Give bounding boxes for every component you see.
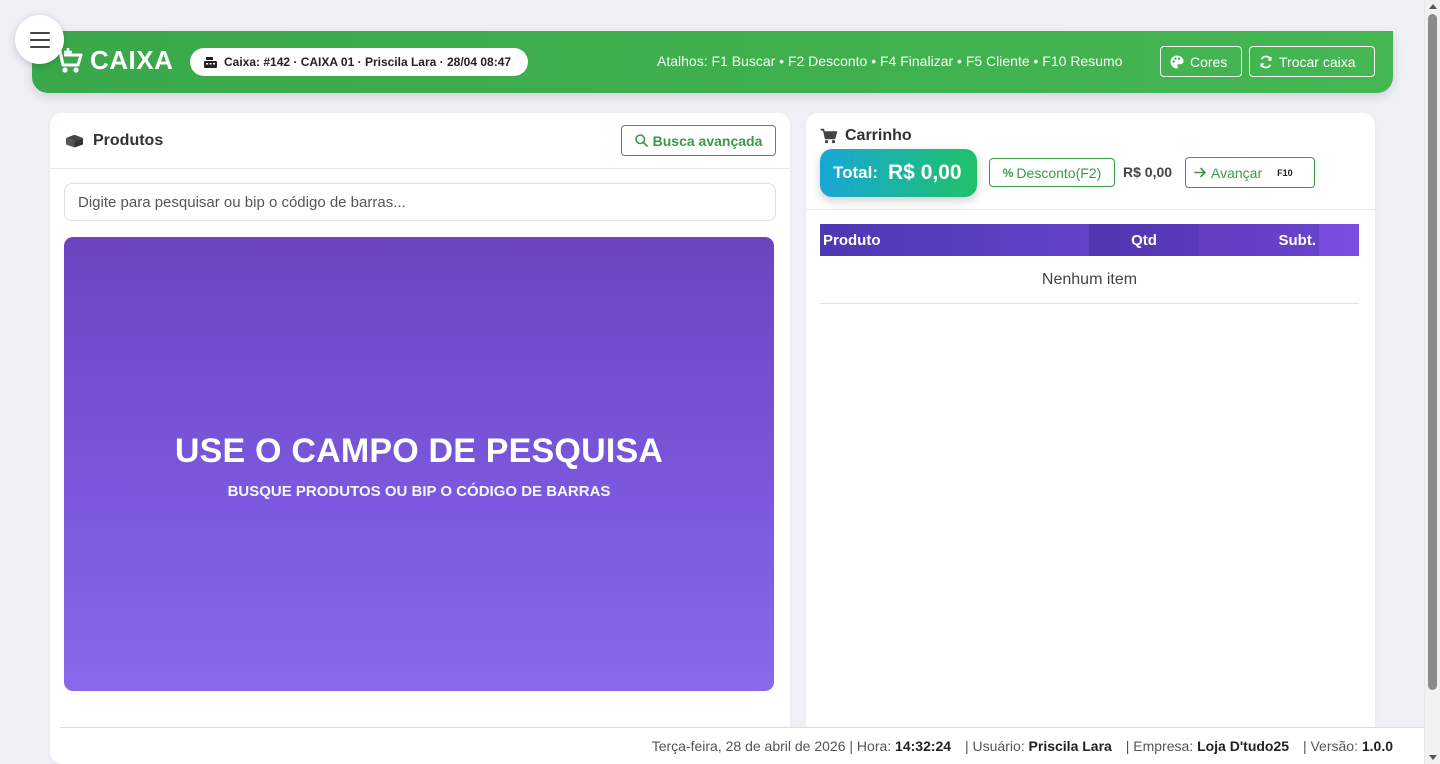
search-icon [634, 134, 648, 147]
caixa-info-badge: Caixa: #142 · CAIXA 01 · Priscila Lara ·… [190, 48, 528, 76]
search-hint-subtitle: BUSQUE PRODUTOS OU BIP O CÓDIGO DE BARRA… [227, 483, 611, 500]
products-title: Produtos [93, 131, 164, 149]
footer-versao: 1.0.0 [1361, 738, 1393, 754]
search-hint-title: USE O CAMPO DE PESQUISA [174, 432, 664, 470]
footer-date: Terça-feira, 28 de abril de 2026 [651, 738, 846, 754]
cart-header: Carrinho [820, 127, 912, 145]
products-panel: Produtos Busca avançada USE O CAMPO DE P… [50, 113, 790, 764]
cart-table-header: Produto Qtd Subt. [820, 224, 1359, 256]
desconto-button[interactable]: % Desconto(F2) [989, 158, 1115, 187]
cores-label: Cores [1190, 53, 1228, 70]
brand: CAIXA [54, 45, 173, 76]
desconto-value: R$ 0,00 [1123, 164, 1173, 180]
scroll-down-icon[interactable] [1429, 755, 1437, 760]
column-subtotal: Subt. [1199, 224, 1319, 256]
footer-usuario-label: Usuário: [972, 738, 1025, 754]
cores-button[interactable]: Cores [1160, 46, 1242, 77]
footer-empresa: Loja D'tudo25 [1197, 738, 1290, 754]
total-badge: Total: R$ 0,00 [820, 149, 977, 197]
cart-title: Carrinho [845, 127, 912, 144]
percent-icon: % [1002, 165, 1014, 180]
divider [806, 209, 1375, 210]
trocar-caixa-button[interactable]: Trocar caixa [1249, 46, 1375, 77]
cash-register-icon [204, 56, 217, 68]
hamburger-icon [29, 31, 50, 49]
arrow-right-icon [1194, 167, 1206, 178]
avancar-shortcut: F10 [1277, 167, 1293, 178]
column-actions [1319, 224, 1359, 256]
footer-hora-label: Hora: [856, 738, 892, 754]
scroll-up-icon[interactable] [1429, 4, 1437, 9]
search-hint-banner: USE O CAMPO DE PESQUISA BUSQUE PRODUTOS … [64, 237, 774, 691]
footer-usuario: Priscila Lara [1028, 738, 1112, 754]
products-header: Produtos Busca avançada [50, 113, 790, 169]
busca-avancada-label: Busca avançada [652, 132, 763, 149]
status-bar: Terça-feira, 28 de abril de 2026 | Hora:… [60, 727, 1424, 764]
cart-panel: Carrinho Total: R$ 0,00 % Desconto(F2) R… [806, 113, 1375, 764]
boxes-icon [66, 134, 83, 147]
shortcuts-text: Atalhos: F1 Buscar • F2 Desconto • F4 Fi… [657, 53, 1123, 69]
footer-empresa-label: Empresa: [1133, 738, 1194, 754]
total-value: R$ 0,00 [888, 161, 962, 184]
empty-cart-message: Nenhum item [820, 256, 1359, 304]
header-bar: CAIXA Caixa: #142 · CAIXA 01 · Priscila … [32, 31, 1393, 93]
busca-avancada-button[interactable]: Busca avançada [621, 125, 776, 156]
footer-hora: 14:32:24 [895, 738, 952, 754]
cart-icon [820, 128, 838, 144]
scrollbar-thumb[interactable] [1428, 14, 1437, 690]
total-label: Total: [833, 163, 879, 182]
avancar-label: Avançar [1211, 164, 1263, 181]
desconto-label: Desconto(F2) [1016, 164, 1102, 181]
caixa-info-text: Caixa: #142 · CAIXA 01 · Priscila Lara ·… [224, 55, 512, 69]
cart-table: Produto Qtd Subt. Nenhum item [820, 224, 1359, 304]
trocar-caixa-label: Trocar caixa [1279, 53, 1356, 70]
product-search-input[interactable] [64, 183, 776, 221]
palette-icon [1170, 55, 1184, 68]
column-produto: Produto [823, 231, 881, 249]
sync-icon [1260, 55, 1272, 68]
brand-title: CAIXA [90, 45, 174, 75]
menu-button[interactable] [15, 15, 64, 64]
footer-versao-label: Versão: [1310, 738, 1358, 754]
page-scrollbar[interactable] [1424, 0, 1440, 764]
column-qtd: Qtd [1089, 224, 1199, 256]
avancar-button[interactable]: Avançar F10 [1185, 157, 1315, 188]
